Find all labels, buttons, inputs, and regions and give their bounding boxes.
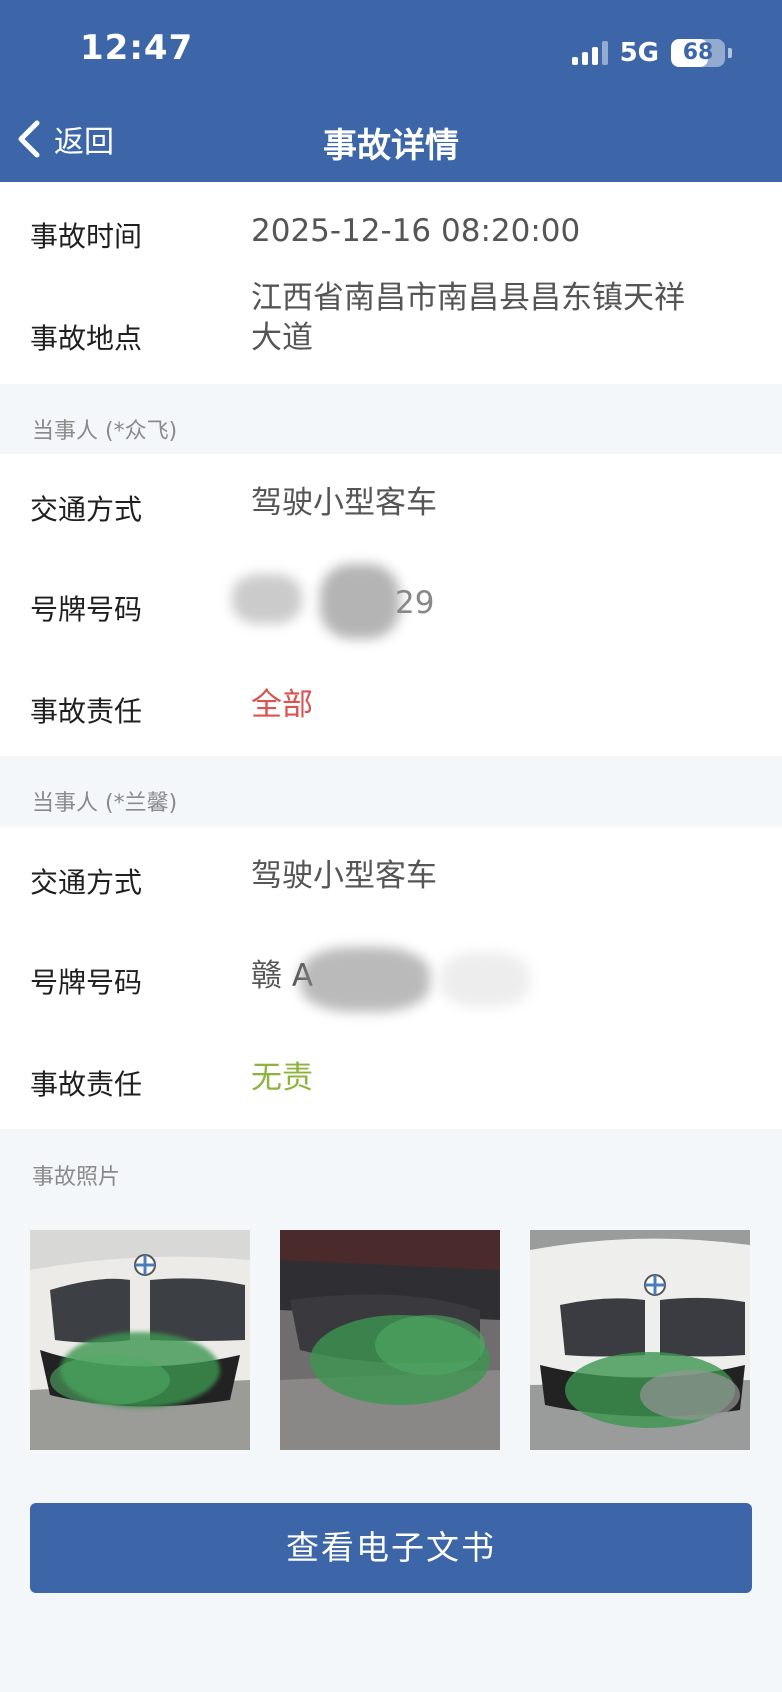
network-type: 5G xyxy=(619,38,659,68)
party1-transport-value: 驾驶小型客车 xyxy=(251,485,437,521)
accident-photo[interactable] xyxy=(30,1230,250,1450)
party1-transport-row: 交通方式 驾驶小型客车 xyxy=(0,454,782,554)
redaction-scribble xyxy=(300,947,430,1012)
page-title: 事故详情 xyxy=(323,126,459,166)
party2-transport-label: 交通方式 xyxy=(30,866,143,899)
car-front-photo xyxy=(30,1230,250,1450)
party1-transport-label: 交通方式 xyxy=(30,493,143,526)
party1-section: 交通方式 驾驶小型客车 号牌号码 29 事故责任 全部 xyxy=(0,454,782,756)
redaction-scribble xyxy=(232,574,302,624)
party1-responsibility-value: 全部 xyxy=(251,687,313,723)
accident-time-value: 2025-12-16 08:20:00 xyxy=(251,213,581,249)
status-bar: 12:47 5G 68 xyxy=(0,0,782,100)
party2-transport-row: 交通方式 驾驶小型客车 xyxy=(0,827,782,927)
battery-level: 68 xyxy=(682,40,714,65)
accident-location-label: 事故地点 xyxy=(30,322,143,355)
party1-responsibility-label: 事故责任 xyxy=(30,695,143,728)
cellular-signal-icon xyxy=(571,41,608,65)
accident-time-label: 事故时间 xyxy=(30,220,143,253)
car-damage-photo xyxy=(280,1230,500,1450)
status-indicators: 5G 68 xyxy=(571,36,732,70)
redaction-scribble xyxy=(440,952,530,1007)
accident-location-row: 事故地点 江西省南昌市南昌县昌东镇天祥大道 xyxy=(0,280,782,384)
party2-plate-row: 号牌号码 赣 A xyxy=(0,927,782,1029)
view-document-button[interactable]: 查看电子文书 xyxy=(30,1503,752,1593)
party1-plate-row: 号牌号码 29 xyxy=(0,554,782,656)
party2-transport-value: 驾驶小型客车 xyxy=(251,858,437,894)
party2-title: 当事人 (*兰馨) xyxy=(32,791,178,816)
party1-plate-value: 29 xyxy=(395,585,435,621)
accident-photo[interactable] xyxy=(280,1230,500,1450)
accident-photo[interactable] xyxy=(530,1230,750,1450)
party2-responsibility-row: 事故责任 无责 xyxy=(0,1029,782,1129)
status-time: 12:47 xyxy=(80,28,194,68)
battery-icon: 68 xyxy=(671,39,725,67)
battery-cap xyxy=(728,48,732,58)
accident-info-section: 事故时间 2025-12-16 08:20:00 事故地点 江西省南昌市南昌县昌… xyxy=(0,182,782,384)
party1-plate-label: 号牌号码 xyxy=(30,593,143,626)
party2-plate-label: 号牌号码 xyxy=(30,966,143,999)
party2-responsibility-label: 事故责任 xyxy=(30,1068,143,1101)
photos-title: 事故照片 xyxy=(32,1165,121,1190)
app-header: 12:47 5G 68 返回 事故详情 xyxy=(0,0,782,182)
car-front-photo xyxy=(530,1230,750,1450)
nav-bar: 返回 事故详情 xyxy=(0,100,782,182)
accident-location-value: 江西省南昌市南昌县昌东镇天祥大道 xyxy=(251,280,685,356)
redaction-scribble xyxy=(320,564,400,639)
party2-responsibility-value: 无责 xyxy=(251,1060,313,1096)
party1-responsibility-row: 事故责任 全部 xyxy=(0,656,782,756)
party1-title: 当事人 (*众飞) xyxy=(32,419,178,444)
accident-time-row: 事故时间 2025-12-16 08:20:00 xyxy=(0,182,782,282)
party2-section: 交通方式 驾驶小型客车 号牌号码 赣 A 事故责任 无责 xyxy=(0,827,782,1129)
accident-photos xyxy=(30,1230,752,1450)
